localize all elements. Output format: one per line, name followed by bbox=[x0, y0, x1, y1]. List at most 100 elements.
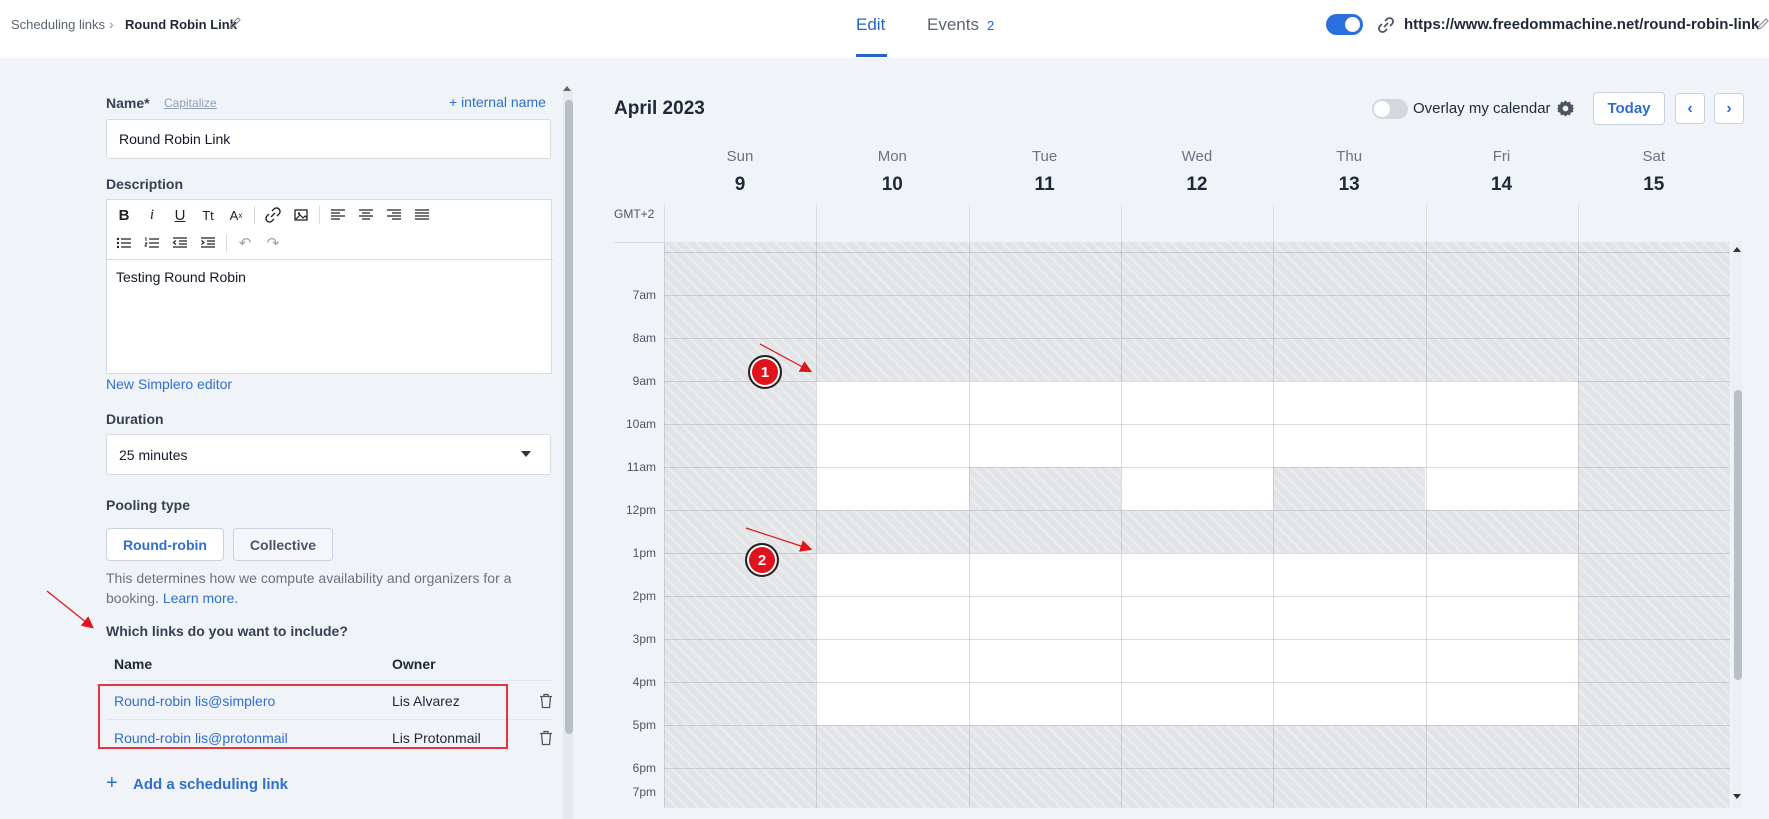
time-label: 8am bbox=[632, 331, 656, 345]
day-number[interactable]: 13 bbox=[1273, 174, 1425, 196]
prev-week-button[interactable]: ‹ bbox=[1675, 93, 1705, 124]
public-url-link[interactable]: https://www.freedommachine.net/round-rob… bbox=[1404, 16, 1759, 33]
scroll-up-arrow-icon[interactable] bbox=[1733, 247, 1741, 252]
breadcrumb-current: Round Robin Link bbox=[125, 17, 237, 32]
outdent-icon[interactable] bbox=[166, 230, 194, 256]
align-justify-icon[interactable] bbox=[408, 202, 436, 228]
unavailable-block bbox=[969, 467, 1121, 510]
italic-icon[interactable]: i bbox=[138, 202, 166, 228]
day-name: Sun bbox=[726, 148, 754, 165]
day-number[interactable]: 9 bbox=[664, 174, 816, 196]
day-number[interactable]: 14 bbox=[1426, 174, 1578, 196]
redo-icon[interactable]: ↷ bbox=[259, 230, 287, 256]
bold-icon[interactable]: B bbox=[110, 202, 138, 228]
bullet-list-icon[interactable] bbox=[110, 230, 138, 256]
name-label: Name* bbox=[106, 95, 150, 111]
chevron-right-icon: › bbox=[1726, 99, 1732, 117]
duration-label: Duration bbox=[106, 411, 164, 427]
header-column-divider bbox=[969, 205, 970, 242]
events-count-badge: 2 bbox=[987, 18, 995, 33]
day-gridline bbox=[1121, 242, 1122, 808]
unavailable-block bbox=[816, 510, 1578, 553]
day-name: Tue bbox=[1031, 148, 1058, 165]
tab-edit[interactable]: Edit bbox=[856, 15, 885, 35]
time-label: 7am bbox=[632, 288, 656, 302]
breadcrumb-parent[interactable]: Scheduling links bbox=[11, 17, 105, 32]
edit-url-icon[interactable] bbox=[1756, 17, 1769, 31]
capitalize-link[interactable]: Capitalize bbox=[164, 96, 217, 110]
name-input-value: Round Robin Link bbox=[119, 131, 231, 147]
day-gridline bbox=[1426, 242, 1427, 808]
annotation-badge-2: 2 bbox=[745, 543, 779, 577]
column-header-name: Name bbox=[114, 656, 153, 672]
link-enabled-toggle[interactable] bbox=[1326, 14, 1363, 35]
day-gridline bbox=[816, 242, 817, 808]
calendar-month-title: April 2023 bbox=[614, 98, 705, 119]
day-name: Fri bbox=[1492, 148, 1511, 165]
time-label: 2pm bbox=[632, 589, 656, 603]
header-column-divider bbox=[1121, 205, 1122, 242]
day-number[interactable]: 15 bbox=[1578, 174, 1730, 196]
day-number[interactable]: 10 bbox=[816, 174, 968, 196]
today-button[interactable]: Today bbox=[1593, 92, 1665, 125]
description-label: Description bbox=[106, 176, 184, 192]
numbered-list-icon[interactable] bbox=[138, 230, 166, 256]
next-week-button[interactable]: › bbox=[1714, 93, 1744, 124]
collective-button[interactable]: Collective bbox=[233, 528, 333, 561]
description-text[interactable]: Testing Round Robin bbox=[116, 269, 246, 285]
trash-icon[interactable] bbox=[539, 730, 553, 746]
time-label: 10am bbox=[625, 417, 656, 431]
align-left-icon[interactable] bbox=[324, 202, 352, 228]
time-label: 12pm bbox=[625, 503, 656, 517]
undo-icon[interactable]: ↶ bbox=[231, 230, 259, 256]
internal-name-link[interactable]: + internal name bbox=[449, 94, 546, 110]
overlay-calendar-toggle[interactable] bbox=[1372, 99, 1408, 119]
pooling-type-label: Pooling type bbox=[106, 497, 190, 513]
left-scrollbar-thumb[interactable] bbox=[565, 100, 573, 734]
hour-gridline bbox=[664, 682, 1730, 683]
indent-icon[interactable] bbox=[194, 230, 222, 256]
gear-icon[interactable] bbox=[1556, 99, 1575, 118]
align-right-icon[interactable] bbox=[380, 202, 408, 228]
text-size-icon[interactable]: Tt bbox=[194, 202, 222, 228]
time-label: 6pm bbox=[632, 761, 656, 775]
editor-toolbar-row-1: B i U Tt Ax bbox=[110, 202, 436, 228]
tab-events[interactable]: Events bbox=[927, 15, 979, 35]
image-insert-icon[interactable] bbox=[287, 202, 315, 228]
scroll-down-arrow-icon[interactable] bbox=[1733, 794, 1741, 799]
time-label: 7pm bbox=[632, 785, 656, 799]
header-column-divider bbox=[1273, 205, 1274, 242]
learn-more-link[interactable]: Learn more. bbox=[163, 590, 238, 606]
day-gridline bbox=[1273, 242, 1274, 808]
scroll-up-arrow-icon[interactable] bbox=[563, 86, 571, 91]
underline-icon[interactable]: U bbox=[166, 202, 194, 228]
link-insert-icon[interactable] bbox=[259, 202, 287, 228]
header-column-divider bbox=[816, 205, 817, 242]
description-editor[interactable]: B i U Tt Ax ↶ ↷ bbox=[106, 199, 553, 374]
toolbar-divider bbox=[254, 206, 255, 224]
annotation-badge-1: 1 bbox=[748, 355, 782, 389]
align-center-icon[interactable] bbox=[352, 202, 380, 228]
calendar-scrollbar-thumb[interactable] bbox=[1734, 390, 1742, 680]
header-column-divider bbox=[1426, 205, 1427, 242]
caret-down-icon bbox=[521, 451, 531, 457]
clear-format-icon[interactable]: Ax bbox=[222, 202, 250, 228]
table-header-divider bbox=[106, 680, 552, 681]
hour-gridline bbox=[664, 553, 1730, 554]
hour-gridline bbox=[664, 295, 1730, 296]
trash-icon[interactable] bbox=[539, 693, 553, 709]
day-name: Mon bbox=[877, 148, 907, 165]
day-number[interactable]: 12 bbox=[1121, 174, 1273, 196]
chevron-right-icon: › bbox=[109, 16, 114, 32]
overlay-calendar-label: Overlay my calendar bbox=[1413, 100, 1551, 117]
add-scheduling-link-button[interactable]: Add a scheduling link bbox=[133, 776, 288, 793]
hour-gridline bbox=[664, 596, 1730, 597]
round-robin-button[interactable]: Round-robin bbox=[106, 528, 224, 561]
pencil-icon[interactable] bbox=[228, 16, 242, 30]
calendar-grid[interactable] bbox=[664, 242, 1730, 808]
hour-gridline bbox=[664, 381, 1730, 382]
plus-icon[interactable]: + bbox=[106, 772, 118, 795]
day-number[interactable]: 11 bbox=[969, 174, 1121, 196]
new-editor-link[interactable]: New Simplero editor bbox=[106, 376, 232, 392]
time-label: 1pm bbox=[632, 546, 656, 560]
